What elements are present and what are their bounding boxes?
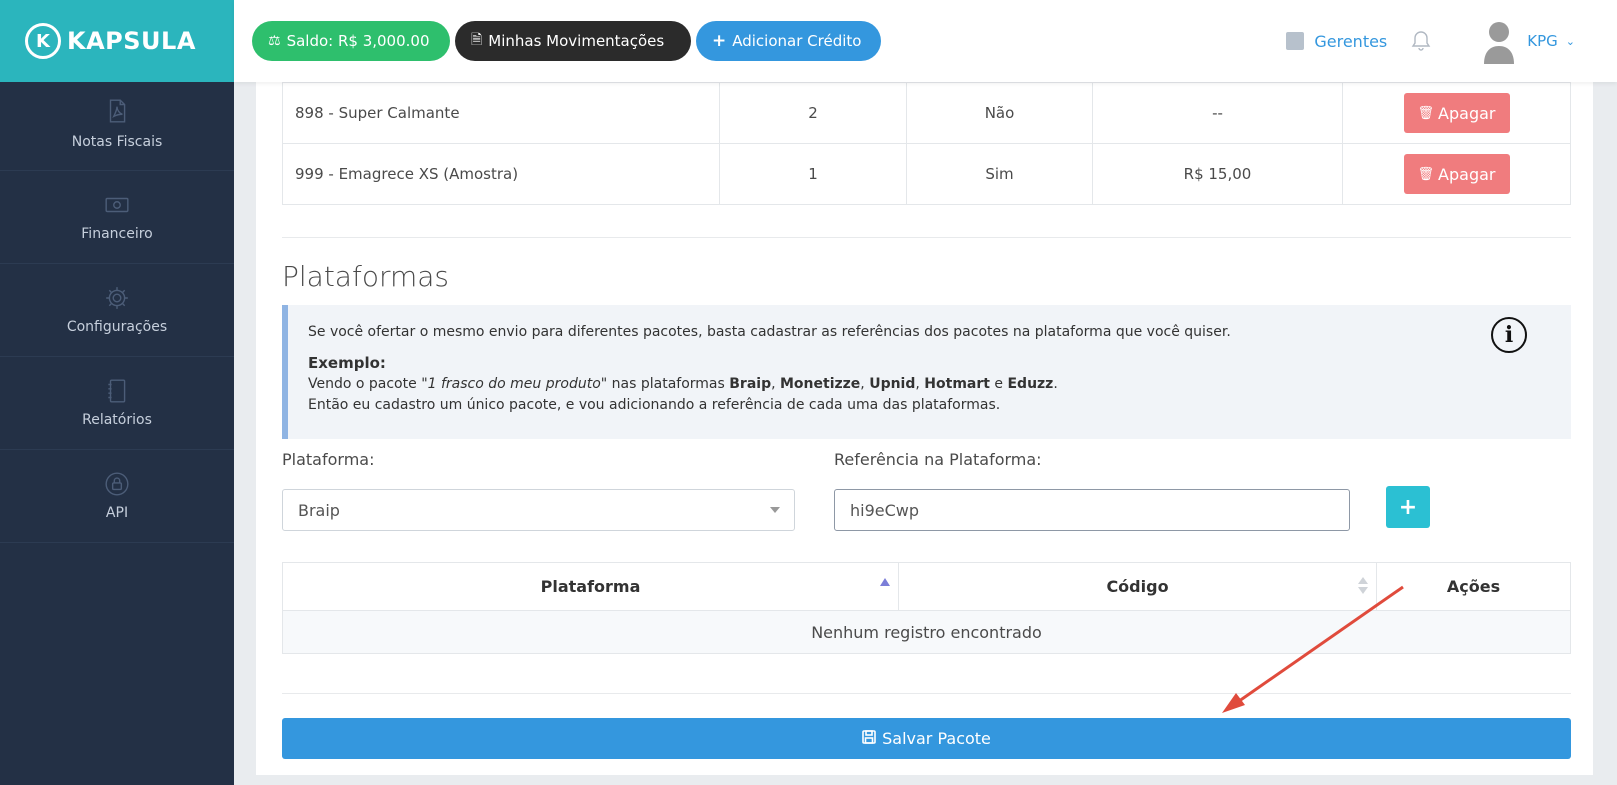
sidebar: K KAPSULA Notas Fiscais Financeiro Confi… [0,0,234,785]
divider [282,693,1571,694]
tie-icon [1286,32,1305,50]
header-acoes: Ações [1376,562,1571,611]
sidebar-item-label: API [105,505,129,521]
movimentacoes-button[interactable]: 🗎 Minhas Movimentações [455,21,691,61]
produto-valor: R$ 15,00 [1092,143,1343,205]
header-label: Ações [1446,577,1501,596]
brand-name: KAPSULA [67,27,196,55]
header-label: Plataforma [540,577,641,596]
plataforma-label: Plataforma: [282,450,375,469]
sidebar-item-configuracoes[interactable]: Configurações [0,264,234,357]
produto-acoes: 🗑 Apagar [1342,143,1571,205]
pdf-file-icon [109,99,126,123]
platform-name: Upnid [869,376,916,392]
produto-qtd: 1 [719,143,907,205]
floppy-disk-icon [862,729,876,748]
saldo-label: Saldo: R$ 3,000.00 [286,32,430,50]
money-icon [105,197,129,213]
adicionar-credito-label: Adicionar Crédito [732,32,862,50]
produto-valor: -- [1092,82,1343,144]
sidebar-item-notas-fiscais[interactable]: Notas Fiscais [0,82,234,171]
user-menu[interactable]: KPG ⌄ [1527,32,1575,50]
salvar-pacote-button[interactable]: Salvar Pacote [282,718,1571,759]
produtos-table: 898 - Super Calmante 2 Não -- 🗑 Apagar 9… [282,82,1571,205]
sidebar-item-api[interactable]: API [0,450,234,543]
platform-name: Braip [729,376,772,392]
apagar-label: Apagar [1438,103,1496,123]
section-title: Plataformas [282,260,449,293]
scale-icon: ⚖ [268,33,281,49]
exemplo-title: Exemplo: [308,354,386,372]
caret-down-icon [770,507,780,513]
referencia-label: Referência na Plataforma: [834,450,1042,469]
produto-nome: 898 - Super Calmante [282,82,720,144]
gerentes-link[interactable]: Gerentes [1286,32,1387,51]
gerentes-label: Gerentes [1314,31,1388,51]
info-text: Se você ofertar o mesmo envio para difer… [308,324,1231,340]
sort-icon [1358,577,1368,595]
apagar-label: Apagar [1438,164,1496,184]
notebook-icon [108,379,126,403]
lock-icon [105,472,129,496]
bell-icon[interactable] [1411,30,1431,52]
sort-asc-icon [880,578,890,586]
trash-icon: 🗑 [1417,105,1435,121]
salvar-pacote-label: Salvar Pacote [882,729,991,748]
table-row: 898 - Super Calmante 2 Não -- 🗑 Apagar [282,82,1571,144]
produto-nome: 999 - Emagrece XS (Amostra) [282,143,720,205]
saldo-button[interactable]: ⚖ Saldo: R$ 3,000.00 [252,21,450,61]
gear-icon [106,287,128,309]
produto-acoes: 🗑 Apagar [1342,82,1571,144]
platform-name: Eduzz [1007,376,1054,392]
table-row: Nenhum registro encontrado [282,610,1571,654]
movimentacoes-label: Minhas Movimentações [488,32,665,50]
header-codigo[interactable]: Código [898,562,1377,611]
exemplo-line: Então eu cadastro um único pacote, e vou… [308,397,1001,413]
divider [282,237,1571,238]
platform-name: Monetizze [780,376,861,392]
brand[interactable]: K KAPSULA [0,0,234,82]
exemplo-text: Vendo o pacote [308,376,422,392]
adicionar-credito-button[interactable]: + Adicionar Crédito [696,21,881,61]
exemplo-text: e [989,376,1008,392]
exemplo-quote: "1 frasco do meu produto" [421,376,608,392]
header-label: Código [1106,577,1169,596]
trash-icon: 🗑 [1417,166,1435,182]
sidebar-item-financeiro[interactable]: Financeiro [0,171,234,264]
sidebar-item-label: Financeiro [81,226,153,242]
plus-icon: + [712,31,727,51]
topbar: ⚖ Saldo: R$ 3,000.00 🗎 Minhas Movimentaç… [234,0,1617,82]
plataformas-table: Plataforma Código Ações Nenhum registro … [282,562,1571,654]
table-row: 999 - Emagrece XS (Amostra) 1 Sim R$ 15,… [282,143,1571,205]
info-box: Se você ofertar o mesmo envio para difer… [282,305,1571,439]
sidebar-item-label: Relatórios [82,412,152,428]
platform-name: Hotmart [924,376,990,392]
add-plataforma-button[interactable]: + [1386,486,1430,528]
brand-logo-icon: K [25,23,61,59]
sidebar-item-label: Notas Fiscais [71,134,163,150]
document-icon: 🗎 [471,32,483,48]
exemplo-line: Vendo o pacote "1 frasco do meu produto"… [308,376,1058,392]
produto-amostra: Não [906,82,1093,144]
produto-qtd: 2 [719,82,907,144]
plataforma-selected: Braip [298,500,340,520]
info-icon: i [1491,317,1527,353]
plus-icon: + [1398,494,1418,520]
table-header-row: Plataforma Código Ações [282,562,1571,611]
main-card: 898 - Super Calmante 2 Não -- 🗑 Apagar 9… [256,82,1593,775]
sidebar-item-label: Configurações [66,319,168,335]
sidebar-item-relatorios[interactable]: Relatórios [0,357,234,450]
apagar-button[interactable]: 🗑 Apagar [1403,93,1510,133]
referencia-value: hi9eCwp [850,500,920,520]
apagar-button[interactable]: 🗑 Apagar [1403,154,1510,194]
empty-message: Nenhum registro encontrado [282,610,1571,654]
referencia-input[interactable]: hi9eCwp [834,489,1350,531]
avatar[interactable] [1481,18,1517,64]
header-plataforma[interactable]: Plataforma [282,562,899,611]
plataforma-select[interactable]: Braip [282,489,795,531]
produto-amostra: Sim [906,143,1093,205]
exemplo-text: nas plataformas [607,376,730,392]
user-name: KPG [1527,32,1558,50]
chevron-down-icon: ⌄ [1565,34,1575,48]
